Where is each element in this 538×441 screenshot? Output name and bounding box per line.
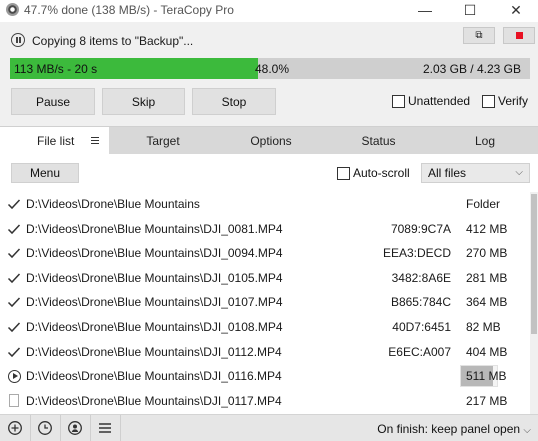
footer-divider	[120, 415, 121, 441]
file-path: D:\Videos\Drone\Blue Mountains\DJI_0108.…	[26, 320, 283, 334]
checkmark-icon	[6, 319, 22, 335]
file-path: D:\Videos\Drone\Blue Mountains\DJI_0117.…	[26, 393, 282, 408]
restore-icon: ⧉	[475, 30, 483, 41]
file-filter-value: All files	[428, 166, 467, 180]
pause-circle-icon[interactable]	[11, 33, 25, 47]
file-row[interactable]: D:\Videos\Drone\Blue Mountains\DJI_0112.…	[0, 340, 530, 364]
tab-target[interactable]: Target	[109, 127, 217, 155]
footer-divider	[30, 415, 31, 441]
file-path: D:\Videos\Drone\Blue Mountains\DJI_0094.…	[26, 246, 283, 261]
file-row[interactable]: D:\Videos\Drone\Blue Mountains\DJI_0094.…	[0, 241, 530, 265]
tab-log[interactable]: Log	[432, 127, 538, 155]
file-hash: E6EC:A007	[388, 344, 451, 359]
file-hash: B865:784C	[390, 295, 451, 310]
checkmark-icon	[6, 270, 22, 286]
file-list-scrollbar[interactable]	[530, 192, 538, 414]
file-size: 281 MB	[466, 270, 508, 285]
file-size: 217 MB	[466, 393, 508, 408]
auto-scroll-checkbox[interactable]: Auto-scroll	[337, 166, 410, 180]
file-row[interactable]: D:\Videos\Drone\Blue Mountains\DJI_0105.…	[0, 266, 530, 290]
checkmark-icon	[6, 196, 22, 212]
title-bar: 47.7% done (138 MB/s) - TeraCopy Pro — ☐…	[0, 0, 538, 20]
tab-status[interactable]: Status	[325, 127, 432, 155]
teracopy-app-icon	[6, 3, 19, 16]
file-icon	[6, 393, 22, 409]
file-row[interactable]: D:\Videos\Drone\Blue Mountains Folder	[0, 192, 530, 216]
close-button[interactable]: ✕	[493, 0, 538, 20]
copy-status-text: Copying 8 items to "Backup"...	[32, 34, 194, 48]
file-row[interactable]: D:\Videos\Drone\Blue Mountains\DJI_0107.…	[0, 290, 530, 314]
checkmark-icon	[6, 245, 22, 261]
pause-button[interactable]: Pause	[11, 88, 95, 115]
file-size: 82 MB	[466, 320, 501, 334]
file-size: 364 MB	[466, 295, 508, 310]
copy-panel: Copying 8 items to "Backup"... ⧉ 113 MB/…	[0, 22, 538, 126]
checkmark-icon	[6, 344, 22, 360]
auto-scroll-checkbox-box[interactable]	[337, 166, 350, 180]
file-path: D:\Videos\Drone\Blue Mountains\DJI_0116.…	[26, 369, 282, 384]
skip-button[interactable]: Skip	[102, 88, 185, 115]
tab-file-list[interactable]: File list	[0, 127, 109, 155]
minimize-button[interactable]: —	[402, 0, 448, 20]
chevron-down-icon: ⌵	[523, 425, 531, 436]
file-size: 270 MB	[466, 246, 508, 261]
hamburger-icon[interactable]	[94, 418, 116, 438]
checkmark-icon	[6, 221, 22, 237]
file-size: 511 MB	[466, 369, 507, 384]
tab-options[interactable]: Options	[217, 127, 325, 155]
file-row[interactable]: D:\Videos\Drone\Blue Mountains\DJI_0108.…	[0, 315, 530, 339]
add-icon[interactable]	[4, 418, 26, 438]
file-path: D:\Videos\Drone\Blue Mountains	[26, 197, 200, 211]
menu-button[interactable]: Menu	[11, 163, 79, 183]
file-path: D:\Videos\Drone\Blue Mountains\DJI_0112.…	[26, 344, 282, 359]
verify-label: Verify	[498, 94, 529, 108]
status-footer: On finish: keep panel open ⌵	[0, 414, 538, 441]
restore-panel-button[interactable]: ⧉	[463, 27, 495, 44]
file-row[interactable]: D:\Videos\Drone\Blue Mountains\DJI_0117.…	[0, 389, 530, 413]
verify-checkbox-box[interactable]	[482, 94, 495, 108]
file-hash: EEA3:DECD	[382, 246, 451, 261]
file-filter-select[interactable]: All files ⌵	[421, 163, 530, 183]
list-menu-icon[interactable]	[91, 137, 99, 144]
file-list: D:\Videos\Drone\Blue Mountains Folder D:\V…	[0, 192, 530, 414]
user-icon[interactable]	[64, 418, 86, 438]
unattended-checkbox[interactable]: Unattended	[392, 94, 470, 108]
file-size: 404 MB	[466, 344, 508, 359]
unattended-checkbox-box[interactable]	[392, 94, 405, 108]
file-size: 412 MB	[466, 221, 508, 236]
file-path: D:\Videos\Drone\Blue Mountains\DJI_0081.…	[26, 221, 283, 236]
stop-button[interactable]: Stop	[192, 88, 276, 115]
progress-speed-time: 113 MB/s - 20 s	[14, 62, 98, 76]
auto-scroll-label: Auto-scroll	[353, 166, 410, 180]
verify-checkbox[interactable]: Verify	[482, 94, 528, 108]
chevron-down-icon: ⌵	[515, 167, 523, 178]
file-row[interactable]: D:\Videos\Drone\Blue Mountains\DJI_0116.…	[0, 364, 530, 388]
history-icon[interactable]	[34, 418, 56, 438]
on-finish-dropdown[interactable]: On finish: keep panel open ⌵	[377, 422, 531, 436]
close-panel-button[interactable]	[503, 27, 535, 44]
stop-square-icon	[515, 32, 523, 39]
file-row[interactable]: D:\Videos\Drone\Blue Mountains\DJI_0081.…	[0, 217, 530, 241]
scrollbar-thumb[interactable]	[531, 194, 537, 334]
on-finish-label: On finish: keep panel open	[377, 422, 521, 436]
unattended-label: Unattended	[408, 94, 471, 108]
maximize-button[interactable]: ☐	[447, 0, 493, 20]
file-hash: 3482:8A6E	[391, 270, 451, 285]
file-path: D:\Videos\Drone\Blue Mountains\DJI_0107.…	[26, 295, 283, 310]
window-title: 47.7% done (138 MB/s) - TeraCopy Pro	[24, 3, 234, 17]
checkmark-icon	[6, 294, 22, 310]
file-hash: 40D7:6451	[392, 320, 451, 334]
tab-file-list-label: File list	[37, 134, 75, 148]
file-size: Folder	[466, 197, 501, 211]
tab-bar: File list Target Options Status Log	[0, 126, 538, 155]
overall-progress-bar: 113 MB/s - 20 s 48.0% 2.03 GB / 4.23 GB	[10, 58, 530, 79]
footer-divider	[60, 415, 61, 441]
file-hash: 7089:9C7A	[390, 221, 451, 236]
footer-divider	[90, 415, 91, 441]
file-path: D:\Videos\Drone\Blue Mountains\DJI_0105.…	[26, 270, 283, 285]
progress-percent: 48.0%	[255, 62, 290, 76]
play-circle-icon	[6, 368, 22, 384]
progress-size: 2.03 GB / 4.23 GB	[422, 62, 521, 76]
